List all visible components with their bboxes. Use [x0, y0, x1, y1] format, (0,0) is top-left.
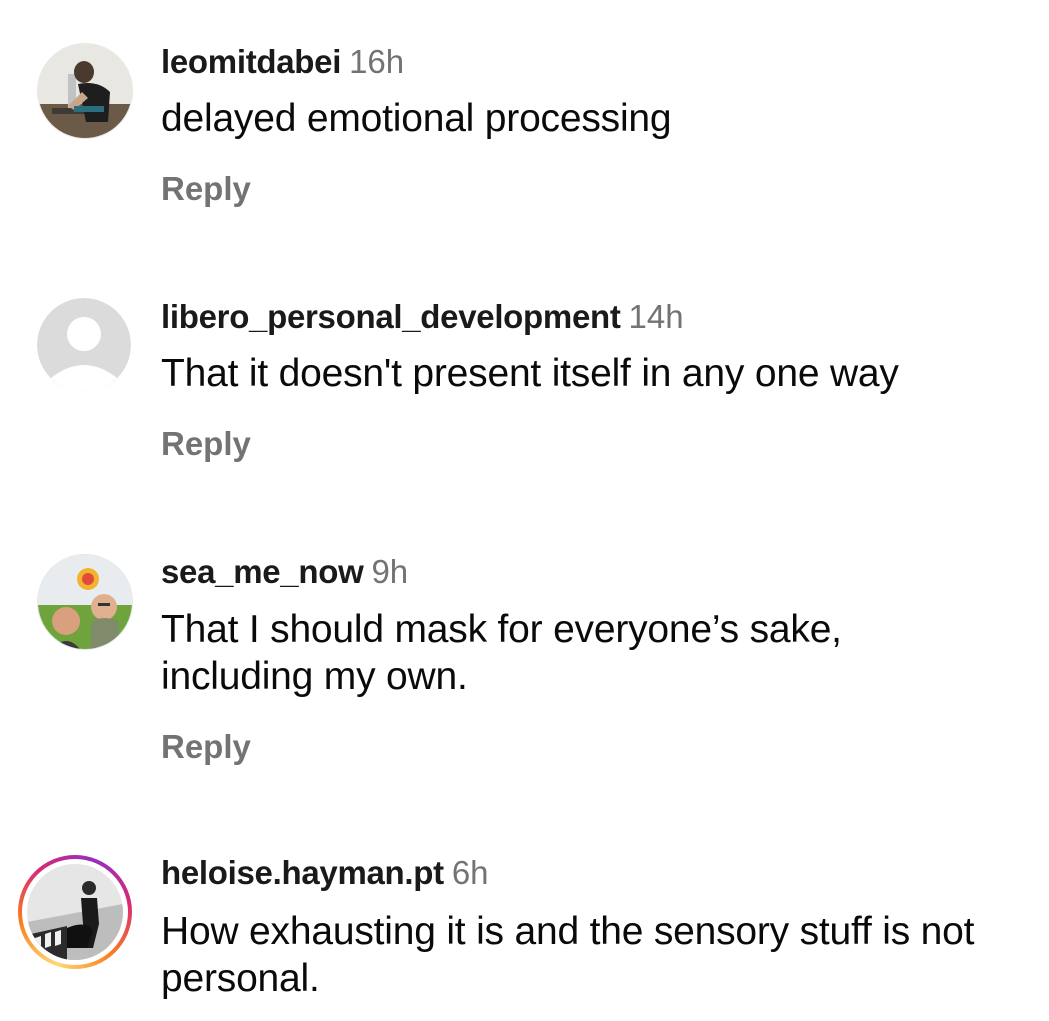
comment-text: That I should mask for everyone’s sake, …	[161, 608, 842, 698]
username[interactable]: libero_personal_development	[161, 298, 621, 335]
avatar[interactable]	[37, 554, 133, 650]
avatar	[27, 864, 123, 960]
comment-meta: heloise.hayman.pt 6h	[161, 853, 489, 893]
reply-button[interactable]: Reply	[161, 727, 251, 767]
comment-meta: sea_me_now 9h	[161, 552, 408, 592]
user-photo-icon	[38, 44, 132, 138]
timestamp: 6h	[451, 854, 489, 891]
timestamp: 9h	[371, 553, 409, 590]
comment-text: delayed emotional processing	[161, 97, 672, 140]
timestamp: 14h	[628, 298, 684, 335]
user-photo-icon	[27, 864, 123, 960]
avatar[interactable]	[37, 298, 131, 392]
story-ring[interactable]	[18, 855, 132, 969]
reply-button[interactable]: Reply	[161, 169, 251, 209]
comment-text: That it doesn't present itself in any on…	[161, 352, 899, 395]
reply-button[interactable]: Reply	[161, 424, 251, 464]
default-avatar-icon	[37, 298, 131, 392]
username[interactable]: leomitdabei	[161, 43, 341, 80]
username[interactable]: sea_me_now	[161, 553, 364, 590]
username[interactable]: heloise.hayman.pt	[161, 854, 444, 891]
avatar[interactable]	[37, 43, 133, 139]
comment-text: How exhausting it is and the sensory stu…	[161, 910, 975, 1000]
user-photo-icon	[38, 555, 132, 649]
comment-meta: leomitdabei 16h	[161, 42, 404, 82]
timestamp: 16h	[349, 43, 405, 80]
comment-meta: libero_personal_development 14h	[161, 297, 684, 337]
